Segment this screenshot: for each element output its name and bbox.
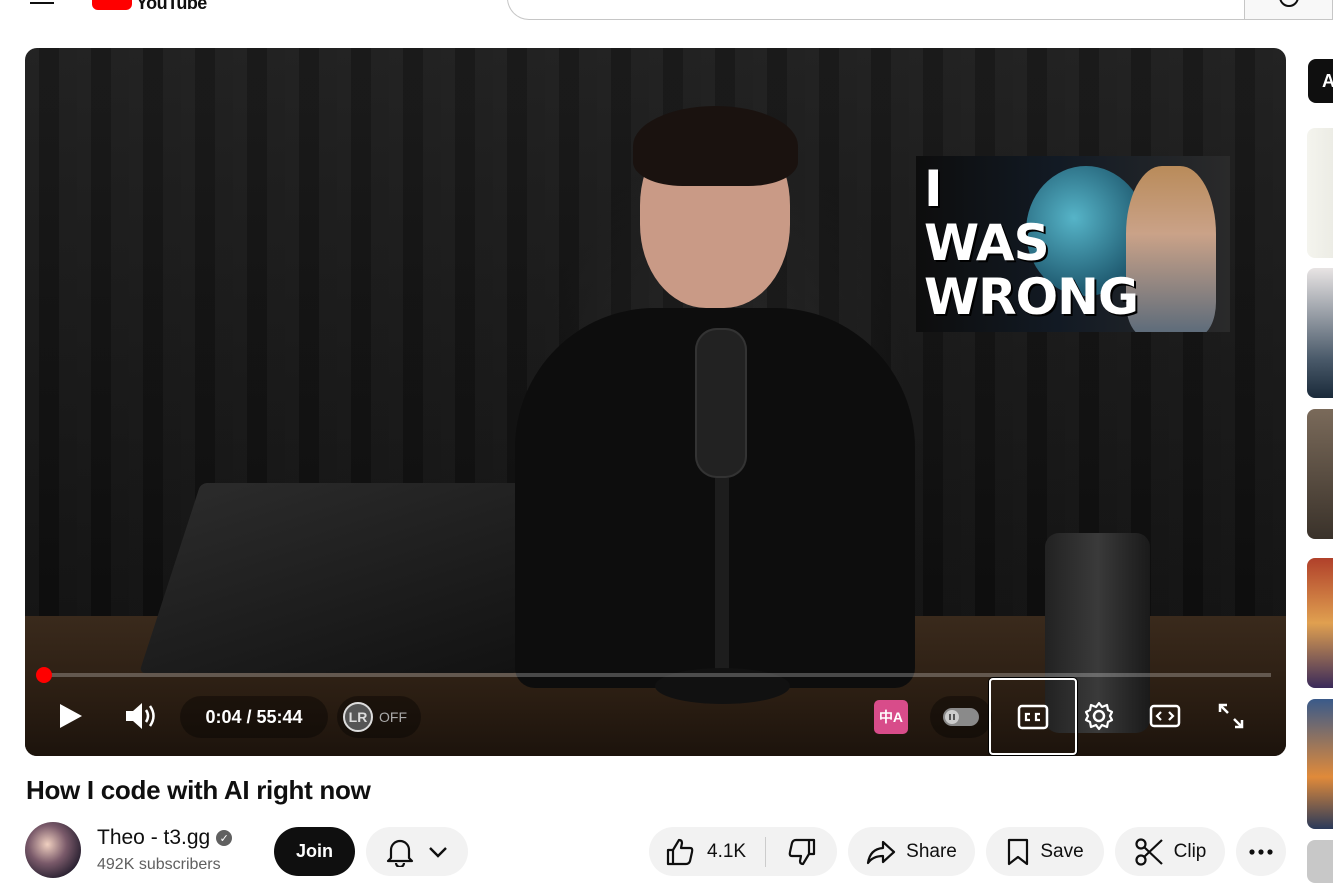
video-presenter: [485, 88, 955, 704]
recommended-video-thumbnail[interactable]: [1307, 558, 1333, 688]
youtube-logo-mark: [92, 0, 132, 10]
recommended-video-thumbnail[interactable]: [1307, 268, 1333, 398]
recommended-video-thumbnail[interactable]: [1307, 409, 1333, 539]
settings-button[interactable]: [1079, 696, 1119, 736]
more-horizontal-icon: [1249, 848, 1273, 855]
video-title: How I code with AI right now: [26, 775, 371, 805]
channel-name-link[interactable]: Theo - t3.gg ✓: [97, 826, 233, 850]
share-arrow-icon: [867, 840, 896, 864]
youtube-logo[interactable]: YouTube: [92, 0, 207, 13]
progress-scrubber[interactable]: [36, 667, 52, 683]
autoplay-track: [943, 708, 979, 726]
gear-icon: [1084, 701, 1114, 731]
language-reactor-toggle[interactable]: LR OFF: [337, 696, 421, 738]
save-label: Save: [1040, 840, 1084, 862]
scissors-icon: [1135, 837, 1163, 866]
fullscreen-icon: [1218, 703, 1244, 729]
closed-captions-icon: [1017, 704, 1049, 729]
search-input[interactable]: [507, 0, 1245, 20]
language-reactor-state: OFF: [379, 709, 407, 725]
autoplay-toggle[interactable]: [930, 696, 992, 738]
join-button[interactable]: Join: [274, 827, 355, 876]
play-icon: [60, 704, 82, 728]
translate-icon: 中A: [878, 709, 904, 725]
like-count: 4.1K: [707, 840, 747, 862]
subtitles-button[interactable]: [989, 678, 1077, 755]
top-bar: YouTube: [0, 0, 1333, 30]
clip-button[interactable]: Clip: [1115, 827, 1225, 876]
share-button[interactable]: Share: [848, 827, 975, 876]
more-actions-button[interactable]: [1236, 827, 1286, 876]
verified-check-icon: ✓: [216, 830, 233, 846]
like-button[interactable]: 4.1K: [649, 827, 765, 876]
recommended-video-thumbnail[interactable]: [1307, 699, 1333, 829]
fullscreen-button[interactable]: [1211, 696, 1251, 736]
channel-name: Theo - t3.gg: [97, 826, 211, 849]
video-player[interactable]: I WAS WRONG 0:04 / 55:44 LR OFF 中A: [25, 48, 1286, 756]
filter-chip-all[interactable]: A: [1308, 59, 1333, 103]
thumbs-down-icon: [788, 838, 815, 865]
pause-icon: [945, 710, 959, 724]
search-button[interactable]: [1244, 0, 1333, 20]
video-inset-thumbnail: I WAS WRONG: [916, 156, 1230, 332]
theater-mode-button[interactable]: [1145, 696, 1185, 736]
hamburger-menu-icon[interactable]: [30, 0, 56, 6]
language-reactor-icon: LR: [343, 702, 373, 732]
clip-label: Clip: [1173, 840, 1207, 862]
play-button[interactable]: [51, 696, 91, 736]
volume-button[interactable]: [119, 696, 163, 736]
theater-mode-icon: [1149, 704, 1181, 728]
player-controls: 0:04 / 55:44 LR OFF 中A: [25, 678, 1286, 755]
volume-icon: [126, 703, 155, 729]
recommended-video-thumbnail[interactable]: [1307, 128, 1333, 258]
time-display: 0:04 / 55:44: [180, 696, 328, 738]
save-button[interactable]: Save: [986, 827, 1104, 876]
bookmark-icon: [1008, 838, 1029, 865]
bell-icon: [386, 839, 414, 867]
notification-bell-button[interactable]: [366, 827, 468, 876]
youtube-logo-text: YouTube: [136, 0, 207, 13]
dislike-button[interactable]: [766, 827, 837, 876]
share-label: Share: [906, 840, 957, 862]
progress-bar[interactable]: [43, 673, 1271, 677]
chevron-down-icon: [429, 846, 447, 858]
translate-button[interactable]: 中A: [874, 700, 908, 734]
thumbs-up-icon: [666, 838, 694, 865]
like-dislike-group: 4.1K: [649, 827, 837, 876]
search-icon: [1279, 0, 1298, 7]
subscriber-count: 492K subscribers: [97, 856, 221, 873]
channel-avatar[interactable]: [25, 822, 81, 878]
recommended-video-thumbnail[interactable]: [1307, 840, 1333, 883]
inset-caption: I WAS WRONG: [924, 160, 1139, 326]
